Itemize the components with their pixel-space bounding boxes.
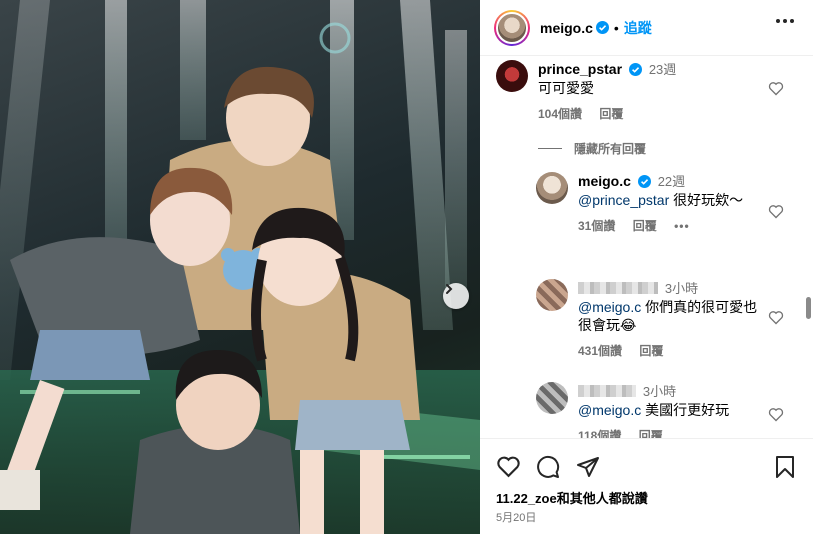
hide-replies-toggle[interactable]: 隱藏所有回覆 — [538, 140, 646, 157]
comments-list[interactable]: prince_pstar 23週 可可愛愛 104個讚 回覆 隱藏所有回覆 me… — [480, 57, 813, 438]
like-icon[interactable] — [496, 455, 521, 478]
comment-time[interactable]: 23週 — [649, 62, 676, 77]
more-options-icon[interactable] — [775, 18, 795, 24]
commenter-avatar[interactable] — [496, 60, 528, 92]
reply-likes[interactable]: 431個讚 — [578, 344, 622, 358]
reply-likes[interactable]: 118個讚 — [578, 429, 621, 438]
verified-badge-icon — [628, 63, 642, 76]
emoji: 😂 — [620, 317, 637, 333]
reply: 3小時 @meigo.c 美國行更好玩 118個讚 回覆 — [536, 382, 766, 438]
share-icon[interactable] — [576, 455, 600, 479]
comments-scrollbar[interactable] — [806, 297, 811, 319]
author-avatar-image — [496, 11, 528, 44]
post-side-panel: meigo.c • 追蹤 prince_pstar 23週 可可愛愛 104個讚… — [480, 0, 813, 534]
reply: meigo.c 22週 @prince_pstar 很好玩欸～ 31個讚 回覆 … — [536, 172, 766, 235]
comment-icon[interactable] — [536, 455, 560, 479]
reply-text: 很好玩欸～ — [669, 192, 744, 208]
save-bookmark-icon[interactable] — [775, 455, 795, 479]
reply-button[interactable]: 回覆 — [599, 107, 623, 121]
reply-likes[interactable]: 31個讚 — [578, 219, 615, 233]
comment: prince_pstar 23週 可可愛愛 104個讚 回覆 — [496, 60, 676, 123]
like-heart-icon[interactable] — [768, 81, 784, 96]
reply-avatar[interactable] — [536, 172, 568, 204]
chevron-right-icon — [446, 284, 453, 294]
mention-link[interactable]: @meigo.c — [578, 299, 641, 315]
like-heart-icon[interactable] — [768, 407, 784, 422]
reply-button[interactable]: 回覆 — [639, 429, 663, 438]
liked-by-rest: 和其他人都說讚 — [556, 491, 648, 506]
reply-avatar[interactable] — [536, 382, 568, 414]
header-separator: • — [613, 19, 619, 36]
reply-button[interactable]: 回覆 — [639, 344, 663, 358]
reply-time[interactable]: 3小時 — [643, 384, 676, 399]
author-username[interactable]: meigo.c — [540, 20, 593, 36]
author-avatar[interactable] — [494, 9, 530, 46]
like-heart-icon[interactable] — [768, 310, 784, 325]
comment-text: 可可愛愛 — [538, 80, 594, 96]
reply-avatar[interactable] — [536, 279, 568, 311]
comment-likes[interactable]: 104個讚 — [538, 107, 582, 121]
reply-text: 美國行更好玩 — [641, 402, 730, 418]
liked-by-summary[interactable]: 11.22_zoe和其他人都說讚 — [496, 488, 648, 507]
post-actions: 11.22_zoe和其他人都說讚 5月20日 — [480, 438, 813, 534]
divider-line — [538, 148, 562, 149]
post-photo — [0, 0, 480, 534]
like-heart-icon[interactable] — [768, 204, 784, 219]
mention-link[interactable]: @prince_pstar — [578, 192, 669, 208]
reply-time[interactable]: 22週 — [658, 174, 685, 189]
reply: 3小時 @meigo.c 你們真的很可愛也很會玩😂 431個讚 回覆 — [536, 279, 766, 360]
blurred-username — [578, 385, 636, 397]
verified-badge-icon — [595, 21, 609, 34]
follow-button[interactable]: 追蹤 — [624, 18, 652, 38]
liked-by-user[interactable]: 11.22_zoe — [496, 491, 557, 506]
reply-button[interactable]: 回覆 — [633, 219, 657, 233]
post-date[interactable]: 5月20日 — [496, 509, 536, 525]
verified-badge-icon — [637, 175, 651, 188]
next-image-button[interactable] — [443, 283, 469, 309]
hide-replies-label: 隱藏所有回覆 — [574, 142, 647, 156]
commenter-username[interactable]: prince_pstar — [538, 61, 622, 77]
reply-username[interactable]: meigo.c — [578, 173, 631, 189]
reply-time[interactable]: 3小時 — [665, 281, 698, 296]
comment-options-button[interactable]: ••• — [674, 219, 690, 233]
mention-link[interactable]: @meigo.c — [578, 402, 641, 418]
post-header: meigo.c • 追蹤 — [480, 0, 813, 56]
blurred-username — [578, 282, 658, 294]
photo-illustration — [0, 0, 480, 534]
